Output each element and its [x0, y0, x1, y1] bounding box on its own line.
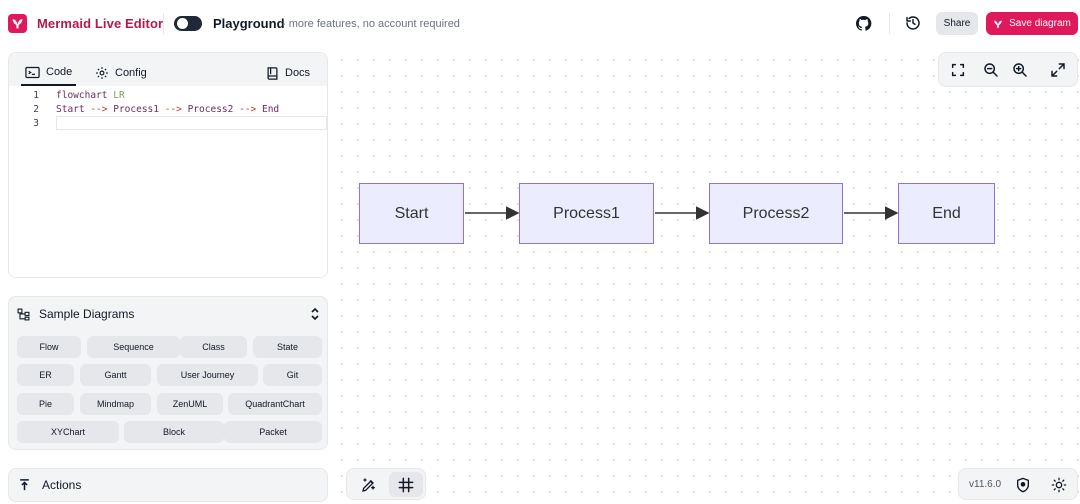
app-title[interactable]: Mermaid Live Editor	[37, 16, 163, 31]
actions-label: Actions	[42, 478, 82, 492]
code-editor[interactable]: 1 flowchart LR 2 Start --> Process1 --> …	[9, 86, 327, 277]
sample-diagrams-title: Sample Diagrams	[39, 307, 135, 321]
toggle-knob	[177, 18, 188, 29]
grid-icon[interactable]	[398, 477, 414, 493]
history-icon[interactable]	[905, 15, 921, 31]
header-divider-right	[889, 13, 890, 34]
tab-code[interactable]: Code	[21, 60, 77, 86]
sample-chip-xychart[interactable]: XYChart	[17, 421, 119, 443]
pan-edit-icon[interactable]	[361, 477, 377, 493]
save-diagram-label: Save diagram	[1009, 18, 1071, 29]
sample-chip-gantt[interactable]: Gantt	[80, 364, 151, 386]
editor-panel: Code Config Docs 1 flowchart LR 2 Start …	[8, 52, 328, 278]
sample-chip-state[interactable]: State	[253, 336, 322, 358]
arrow-up-icon	[19, 479, 30, 491]
tab-config[interactable]: Config	[95, 60, 147, 86]
line-number: 2	[33, 103, 39, 115]
mermaid-logo-icon[interactable]	[8, 14, 27, 33]
github-icon[interactable]	[855, 15, 872, 32]
playground-toggle[interactable]	[174, 16, 202, 31]
sample-chip-packet[interactable]: Packet	[224, 421, 322, 443]
code-line: 1 flowchart LR	[9, 88, 327, 102]
theme-sun-icon[interactable]	[1051, 477, 1067, 493]
line-number: 3	[33, 117, 39, 129]
version-label: v11.6.0	[969, 479, 1002, 490]
sample-chip-flow[interactable]: Flow	[17, 336, 81, 358]
sample-chip-er[interactable]: ER	[17, 364, 74, 386]
save-diagram-button[interactable]: Save diagram	[986, 12, 1078, 35]
flow-node-start[interactable]: Start	[359, 183, 464, 244]
zoom-toolbar	[938, 52, 1078, 87]
sample-chip-zenuml[interactable]: ZenUML	[157, 393, 223, 415]
code-text: flowchart LR	[56, 89, 125, 101]
header: Mermaid Live Editor Playground - more fe…	[0, 0, 1080, 48]
tab-docs-label: Docs	[285, 67, 311, 79]
playground-subtitle: - more features, no account required	[282, 18, 460, 30]
sample-chip-quadrantchart[interactable]: QuadrantChart	[228, 393, 322, 415]
share-button[interactable]: Share	[936, 12, 978, 35]
sample-diagrams-header[interactable]: Sample Diagrams	[17, 307, 134, 321]
fullscreen-icon[interactable]	[1050, 62, 1066, 78]
gear-icon	[95, 66, 109, 80]
canvas-tools	[346, 468, 426, 500]
line-number: 1	[33, 89, 39, 101]
code-icon	[25, 66, 40, 79]
sample-chip-class[interactable]: Class	[180, 336, 247, 358]
sample-diagrams-panel: Sample Diagrams Flow Sequence Class State ER…	[8, 296, 328, 450]
fit-screen-icon[interactable]	[950, 62, 966, 78]
code-line-active: 3	[9, 116, 327, 130]
shield-icon[interactable]	[1016, 477, 1030, 493]
diagram-tree-icon	[17, 308, 30, 321]
sample-chip-pie[interactable]: Pie	[17, 393, 74, 415]
flow-node-process1[interactable]: Process1	[519, 183, 654, 244]
sample-chip-block[interactable]: Block	[124, 421, 224, 443]
zoom-out-icon[interactable]	[983, 62, 999, 78]
tab-docs[interactable]: Docs	[266, 60, 310, 86]
tab-config-label: Config	[115, 67, 147, 79]
header-divider	[163, 13, 164, 34]
sample-chip-user-journey[interactable]: User Journey	[157, 364, 258, 386]
editor-tabs: Code Config Docs	[9, 53, 327, 86]
collapse-chevron-icon[interactable]	[309, 306, 321, 322]
code-text: Start --> Process1 --> Process2 --> End	[56, 103, 280, 115]
zoom-in-icon[interactable]	[1012, 62, 1028, 78]
sample-chip-git[interactable]: Git	[263, 364, 322, 386]
playground-title: Playground	[213, 16, 285, 31]
active-line-highlight	[56, 116, 327, 130]
flow-node-process2[interactable]: Process2	[709, 183, 843, 244]
tab-code-label: Code	[46, 66, 73, 78]
flow-node-end[interactable]: End	[898, 183, 995, 244]
book-icon	[266, 66, 279, 81]
save-mermaid-icon	[993, 19, 1003, 29]
actions-panel[interactable]: Actions	[8, 468, 328, 502]
version-toolbar: v11.6.0	[958, 468, 1078, 500]
sample-chip-mindmap[interactable]: Mindmap	[80, 393, 151, 415]
sample-chip-sequence[interactable]: Sequence	[87, 336, 180, 358]
diagram-canvas[interactable]	[330, 48, 1080, 504]
code-line: 2 Start --> Process1 --> Process2 --> En…	[9, 102, 327, 116]
